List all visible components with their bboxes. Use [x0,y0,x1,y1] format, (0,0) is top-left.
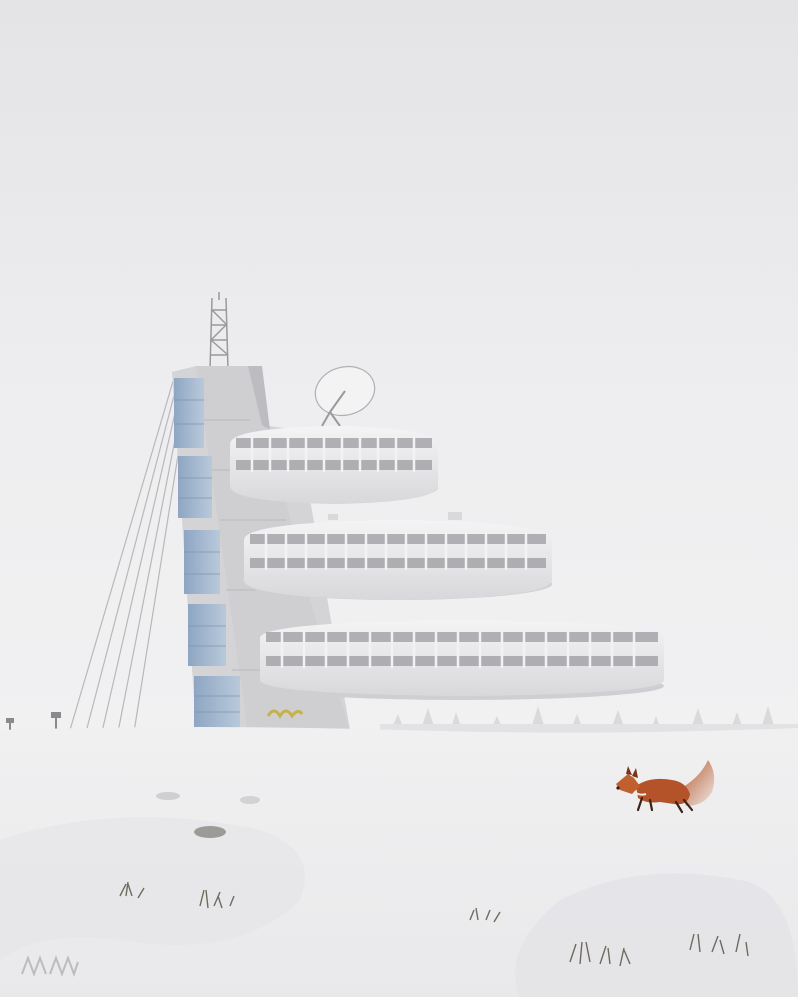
middle-disc-floor [244,512,552,600]
snowfield [0,727,798,997]
upper-disc-floor [230,426,438,504]
scene-svg [0,0,798,997]
lower-disc-floor [260,620,664,700]
photo-scene: MM [0,0,798,997]
